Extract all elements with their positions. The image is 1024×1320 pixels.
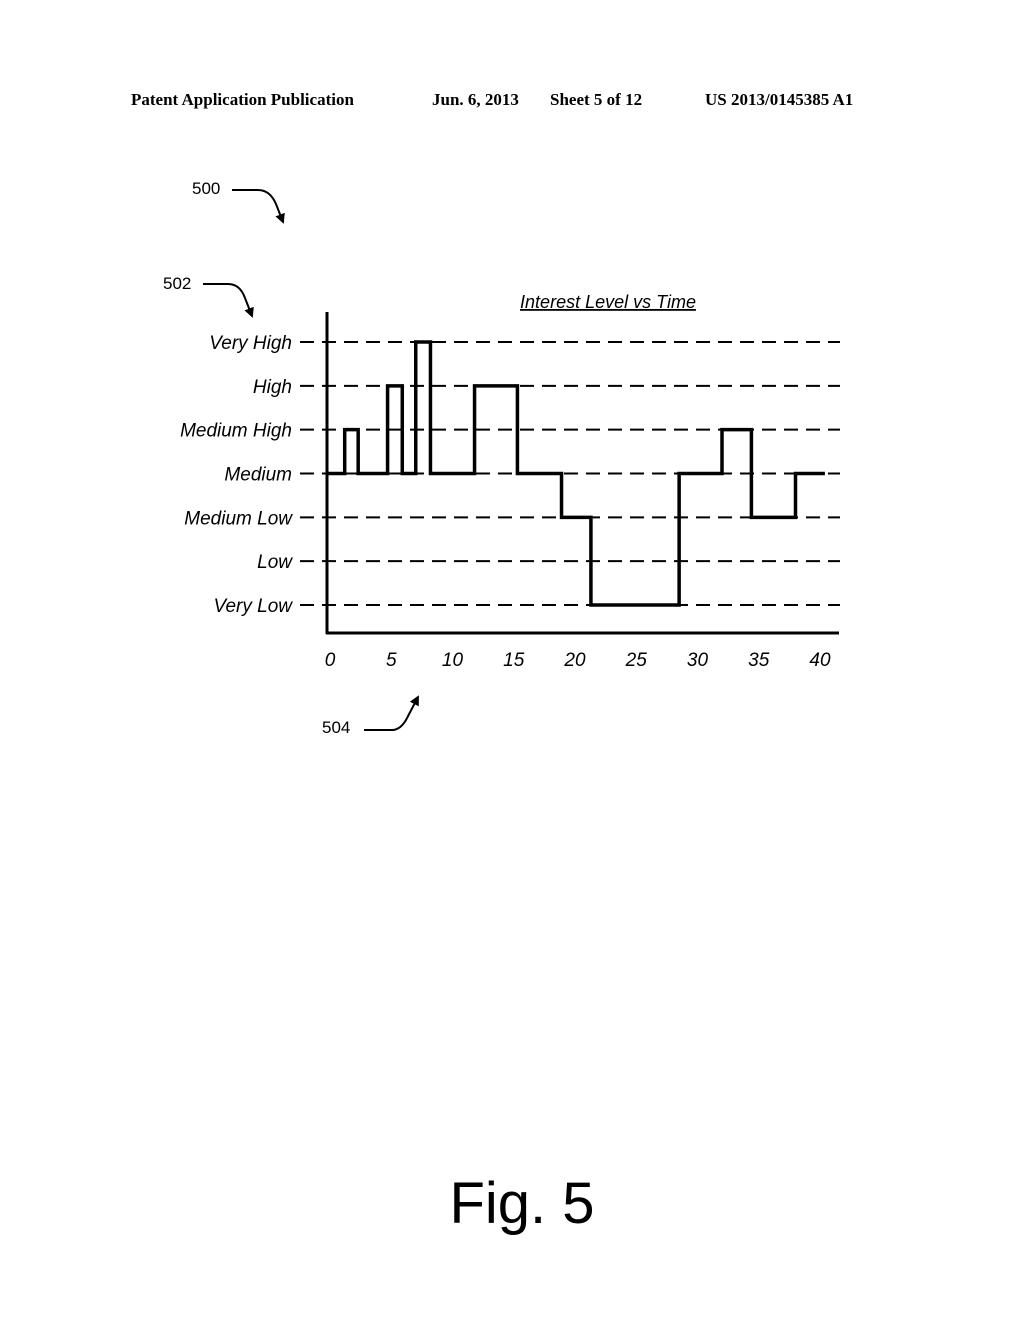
y-tick-label: Low: [257, 552, 293, 573]
callout-arrow-504: [364, 695, 419, 731]
callout-arrow-502: [203, 283, 254, 318]
figure-label: Fig. 5: [449, 1171, 595, 1236]
chart-title: Interest Level vs Time: [520, 292, 696, 312]
x-tick-label: 0: [325, 650, 336, 671]
y-axis-labels: Very High High Medium High Medium Medium Low…: [180, 333, 293, 617]
x-tick-label: 30: [687, 650, 709, 671]
x-axis-labels: 0 5 10 15 20 25 30 35 40: [325, 650, 831, 671]
callout-arrow-500: [232, 189, 285, 224]
y-tick-label: High: [253, 377, 292, 398]
x-tick-label: 20: [563, 650, 586, 671]
y-tick-label: Very High: [209, 333, 292, 354]
y-tick-label: Very Low: [214, 596, 294, 617]
y-tick-label: Medium: [224, 465, 292, 486]
x-tick-label: 10: [442, 650, 464, 671]
x-tick-label: 40: [809, 650, 831, 671]
x-tick-label: 5: [386, 650, 397, 671]
x-tick-label: 15: [503, 650, 525, 671]
y-tick-label: Medium Low: [184, 508, 293, 529]
y-tick-label: Medium High: [180, 421, 292, 442]
interest-level-chart: Interest Level vs Time Very High High Medi…: [180, 189, 840, 731]
x-tick-label: 35: [748, 650, 770, 671]
x-tick-label: 25: [625, 650, 648, 671]
